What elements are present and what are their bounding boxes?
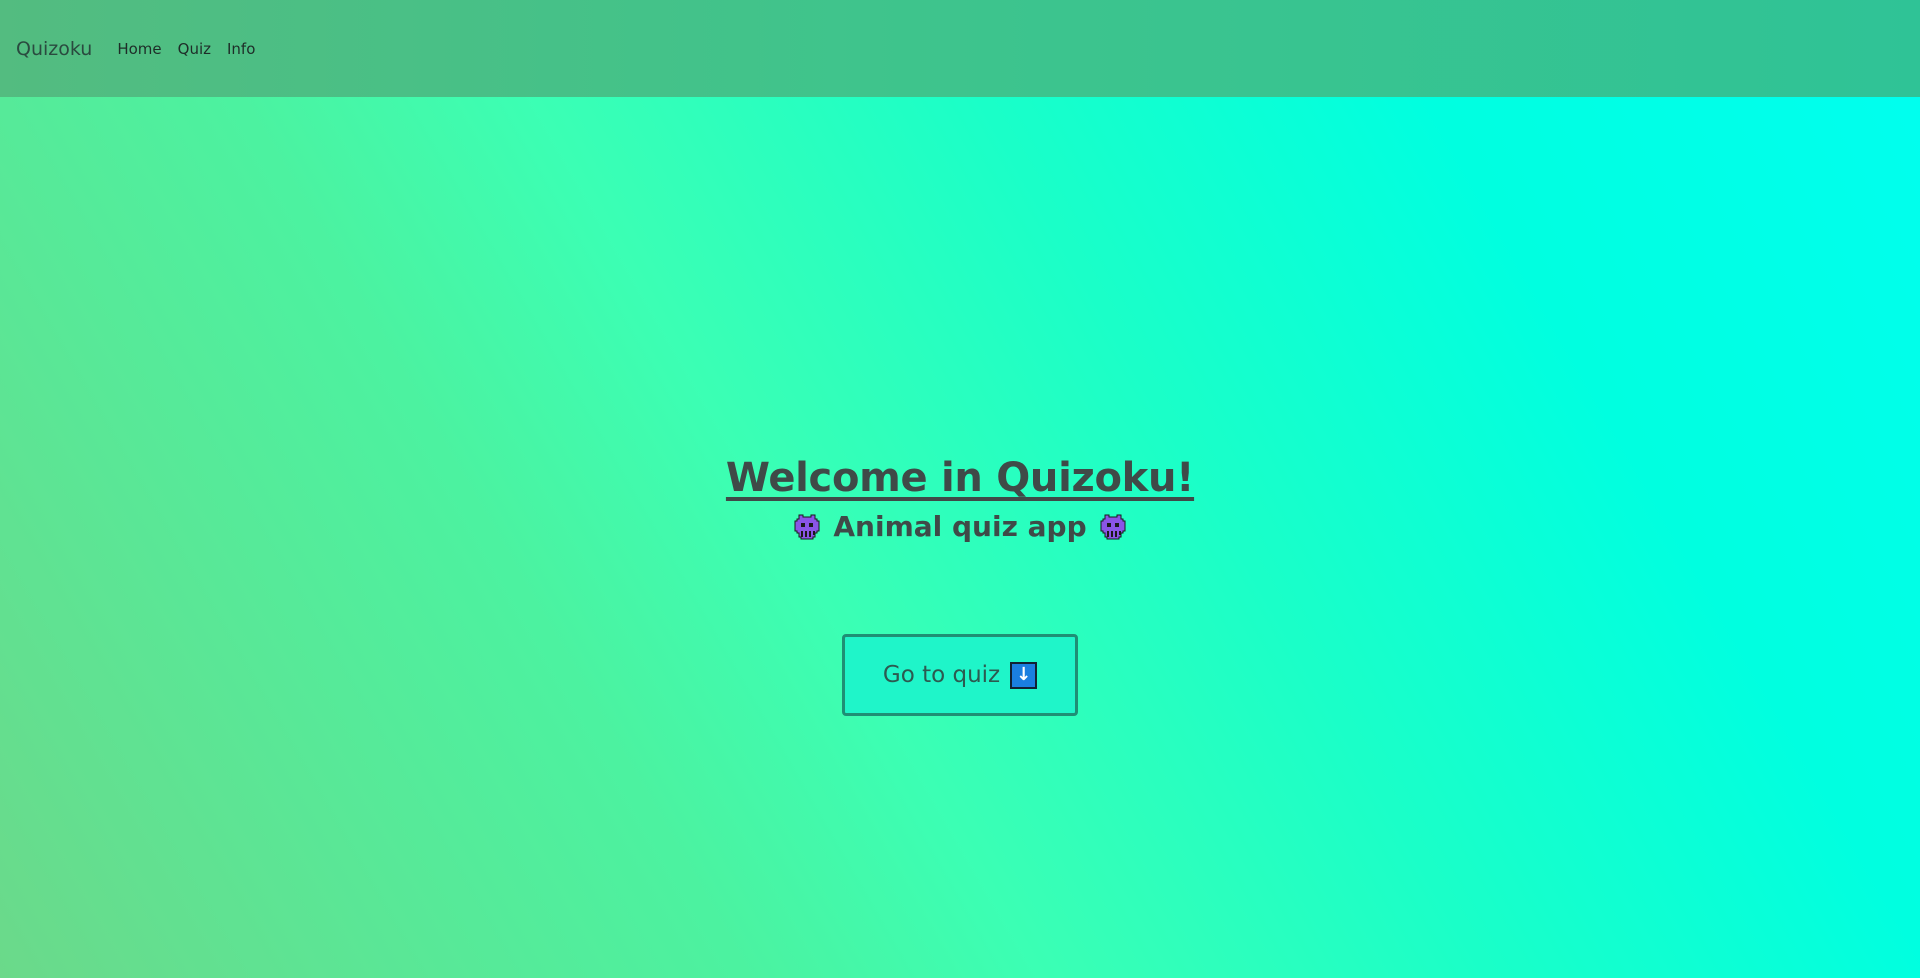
subtitle-row: Animal quiz app bbox=[0, 510, 1920, 543]
brand-link[interactable]: Quizoku bbox=[16, 38, 92, 60]
nav-links: Home Quiz Info bbox=[117, 40, 255, 58]
hero-section: Welcome in Quizoku! Animal quiz app bbox=[0, 455, 1920, 543]
space-invader-icon bbox=[1100, 513, 1126, 540]
nav-link-home[interactable]: Home bbox=[117, 40, 161, 58]
nav-link-info[interactable]: Info bbox=[227, 40, 255, 58]
go-to-quiz-label: Go to quiz bbox=[882, 662, 1001, 688]
page-title: Welcome in Quizoku! bbox=[725, 455, 1195, 501]
subtitle-text: Animal quiz app bbox=[833, 510, 1087, 543]
go-to-quiz-button[interactable]: Go to quiz ↓ bbox=[842, 634, 1078, 716]
down-arrow-icon: ↓ bbox=[1010, 661, 1038, 689]
cta-wrapper: Go to quiz ↓ bbox=[0, 634, 1920, 716]
nav-link-quiz[interactable]: Quiz bbox=[178, 40, 211, 58]
space-invader-icon bbox=[794, 513, 820, 540]
navbar: Quizoku Home Quiz Info bbox=[0, 0, 1920, 97]
